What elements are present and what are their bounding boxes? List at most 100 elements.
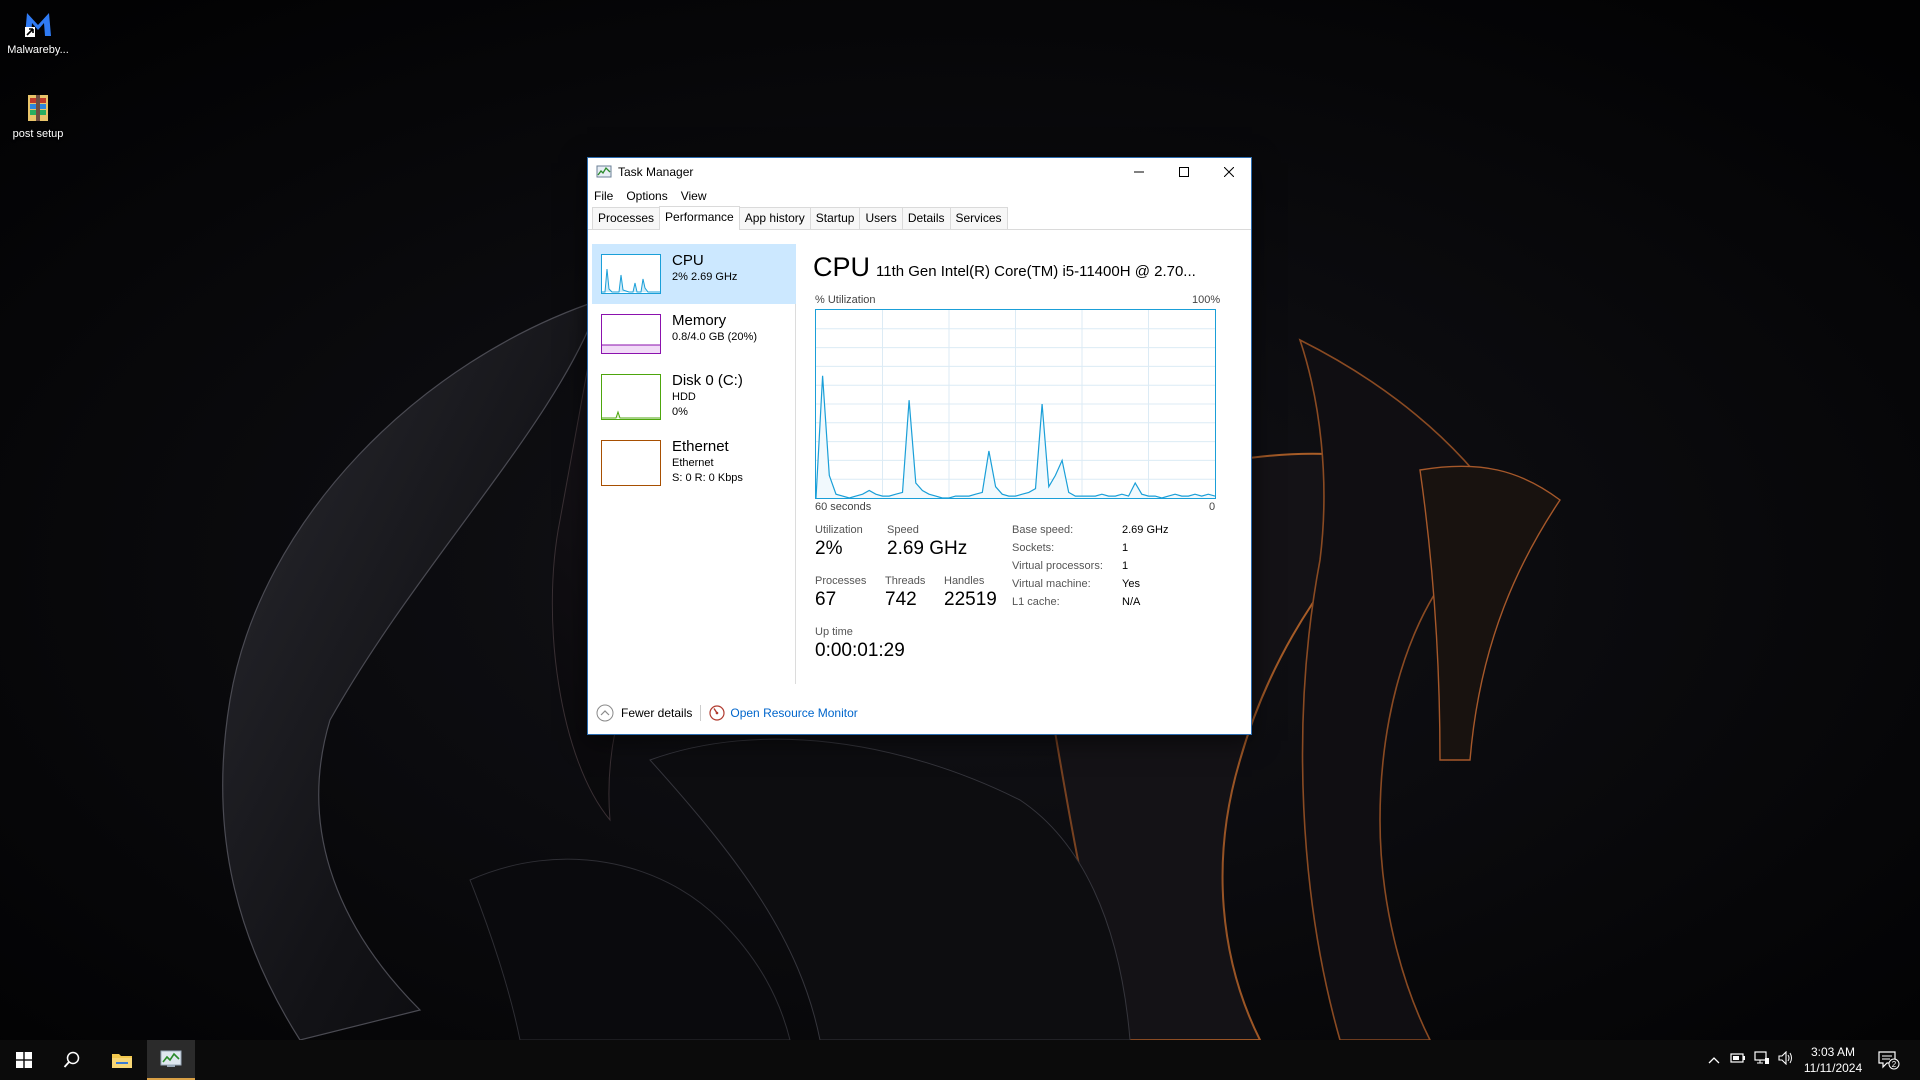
action-center-button[interactable]: 2 [1866, 1040, 1912, 1080]
tab-details[interactable]: Details [901, 207, 951, 229]
speed-label: Speed [887, 524, 919, 536]
menu-options[interactable]: Options [626, 189, 667, 203]
cpu-model: 11th Gen Intel(R) Core(TM) i5-11400H @ 2… [876, 263, 1196, 280]
window-footer: Fewer details Open Resource Monitor [588, 692, 1251, 734]
cpu-title: CPU [813, 252, 871, 282]
speed-value: 2.69 GHz [887, 538, 968, 559]
base-speed-label: Base speed: [1012, 524, 1074, 536]
utilization-label: Utilization [815, 524, 863, 536]
cpu-mini-chart [602, 268, 660, 293]
show-hidden-icons-button[interactable] [1708, 1051, 1720, 1069]
fewer-details-label: Fewer details [621, 706, 693, 720]
utilization-value: 2% [815, 538, 843, 559]
handles-label: Handles [944, 575, 985, 587]
menu-file[interactable]: File [594, 189, 613, 203]
resource-detail: 2% 2.69 GHz [672, 271, 738, 283]
cpu-chart-svg [815, 310, 1216, 499]
task-manager-taskbar-button[interactable] [147, 1040, 195, 1080]
uptime-label: Up time [815, 626, 853, 638]
resource-name: Disk 0 (C:) [672, 372, 743, 389]
fewer-details-button[interactable]: Fewer details [596, 704, 692, 722]
battery-tray-button[interactable] [1730, 1051, 1746, 1069]
title-bar[interactable]: Task Manager [588, 158, 1251, 186]
archive-icon [22, 92, 54, 124]
clock-time: 3:03 AM [1810, 1045, 1856, 1059]
maximize-icon [1178, 167, 1189, 177]
menu-bar: File Options View [588, 186, 1251, 206]
resource-detail: 0.8/4.0 GB (20%) [672, 331, 757, 343]
resource-memory[interactable]: Memory 0.8/4.0 GB (20%) [592, 304, 796, 364]
notification-icon: 2 [1878, 1051, 1900, 1070]
open-resource-monitor-link[interactable]: Open Resource Monitor [709, 705, 858, 721]
tab-app-history[interactable]: App history [738, 207, 811, 229]
resource-monitor-icon [709, 705, 725, 721]
max-axis-label: 100% [1192, 294, 1221, 306]
resource-list: CPU 2% 2.69 GHz Memory 0.8/4.0 GB (20%) … [592, 244, 796, 684]
task-manager-icon [596, 164, 612, 180]
footer-separator [700, 705, 702, 721]
menu-view[interactable]: View [681, 189, 707, 203]
tab-performance[interactable]: Performance [659, 206, 740, 230]
resource-detail: Ethernet [672, 457, 714, 469]
resource-disk[interactable]: Disk 0 (C:) HDD 0% [592, 364, 796, 430]
volume-tray-button[interactable] [1778, 1050, 1794, 1070]
resource-cpu[interactable]: CPU 2% 2.69 GHz [592, 244, 796, 304]
time-axis-label: 60 seconds [815, 501, 872, 513]
resource-ethernet[interactable]: Ethernet Ethernet S: 0 R: 0 Kbps [592, 430, 796, 496]
utilization-axis-label: % Utilization [815, 294, 876, 306]
task-manager-icon [160, 1050, 182, 1067]
start-button[interactable] [0, 1040, 48, 1080]
chevron-up-icon [596, 704, 614, 722]
desktop-icon-post-setup[interactable]: post setup [0, 92, 76, 140]
handles-value: 22519 [944, 589, 997, 610]
resource-detail: HDD [672, 391, 696, 403]
resource-detail-2: 0% [672, 406, 688, 418]
min-axis-label: 0 [1209, 501, 1216, 513]
cpu-thumbnail-graph [601, 254, 661, 294]
network-tray-button[interactable] [1754, 1050, 1770, 1070]
taskbar: 3:03 AM 11/11/2024 2 [0, 1040, 1920, 1080]
maximize-button[interactable] [1161, 158, 1206, 186]
resource-detail-2: S: 0 R: 0 Kbps [672, 472, 743, 484]
memory-mini-chart [602, 344, 660, 353]
windows-logo-icon [16, 1052, 32, 1068]
open-resource-monitor-label: Open Resource Monitor [730, 706, 858, 720]
tab-processes[interactable]: Processes [592, 207, 661, 229]
minimize-icon [1133, 171, 1144, 173]
malwarebytes-icon [22, 8, 54, 40]
search-icon [63, 1051, 80, 1068]
base-speed-value: 2.69 GHz [1122, 524, 1169, 536]
tab-bar: Processes Performance App history Startu… [588, 206, 1251, 230]
tab-services[interactable]: Services [949, 207, 1008, 229]
virtual-machine-label: Virtual machine: [1012, 578, 1091, 590]
folder-icon [112, 1054, 132, 1068]
resource-name: Ethernet [672, 438, 729, 455]
close-button[interactable] [1206, 158, 1251, 186]
virtual-processors-label: Virtual processors: [1012, 560, 1103, 572]
tab-users[interactable]: Users [859, 207, 903, 229]
sockets-label: Sockets: [1012, 542, 1055, 554]
clock-date: 11/11/2024 [1803, 1061, 1863, 1075]
memory-thumbnail-graph [601, 314, 661, 354]
system-tray [1708, 1040, 1794, 1080]
file-explorer-button[interactable] [98, 1040, 146, 1080]
desktop-icon-label: Malwareby... [7, 44, 69, 56]
resource-name: CPU [672, 252, 704, 269]
window-title: Task Manager [618, 165, 694, 179]
virtual-processors-value: 1 [1122, 560, 1129, 572]
resource-name: Memory [672, 312, 727, 329]
sockets-value: 1 [1122, 542, 1129, 554]
l1-cache-value: N/A [1122, 596, 1141, 608]
minimize-button[interactable] [1116, 158, 1161, 186]
clock[interactable]: 3:03 AM 11/11/2024 [1798, 1044, 1868, 1076]
tab-startup[interactable]: Startup [809, 207, 861, 229]
search-button[interactable] [48, 1040, 96, 1080]
disk-mini-chart [602, 410, 660, 419]
processes-label: Processes [815, 575, 867, 587]
desktop-icon-malwarebytes[interactable]: Malwareby... [0, 8, 76, 56]
battery-icon [1730, 1053, 1745, 1063]
volume-icon [1778, 1050, 1792, 1065]
ethernet-thumbnail-graph [601, 440, 661, 486]
cpu-detail-pane: CPU 11th Gen Intel(R) Core(TM) i5-11400H… [798, 244, 1251, 684]
notification-count: 2 [1892, 1060, 1897, 1069]
